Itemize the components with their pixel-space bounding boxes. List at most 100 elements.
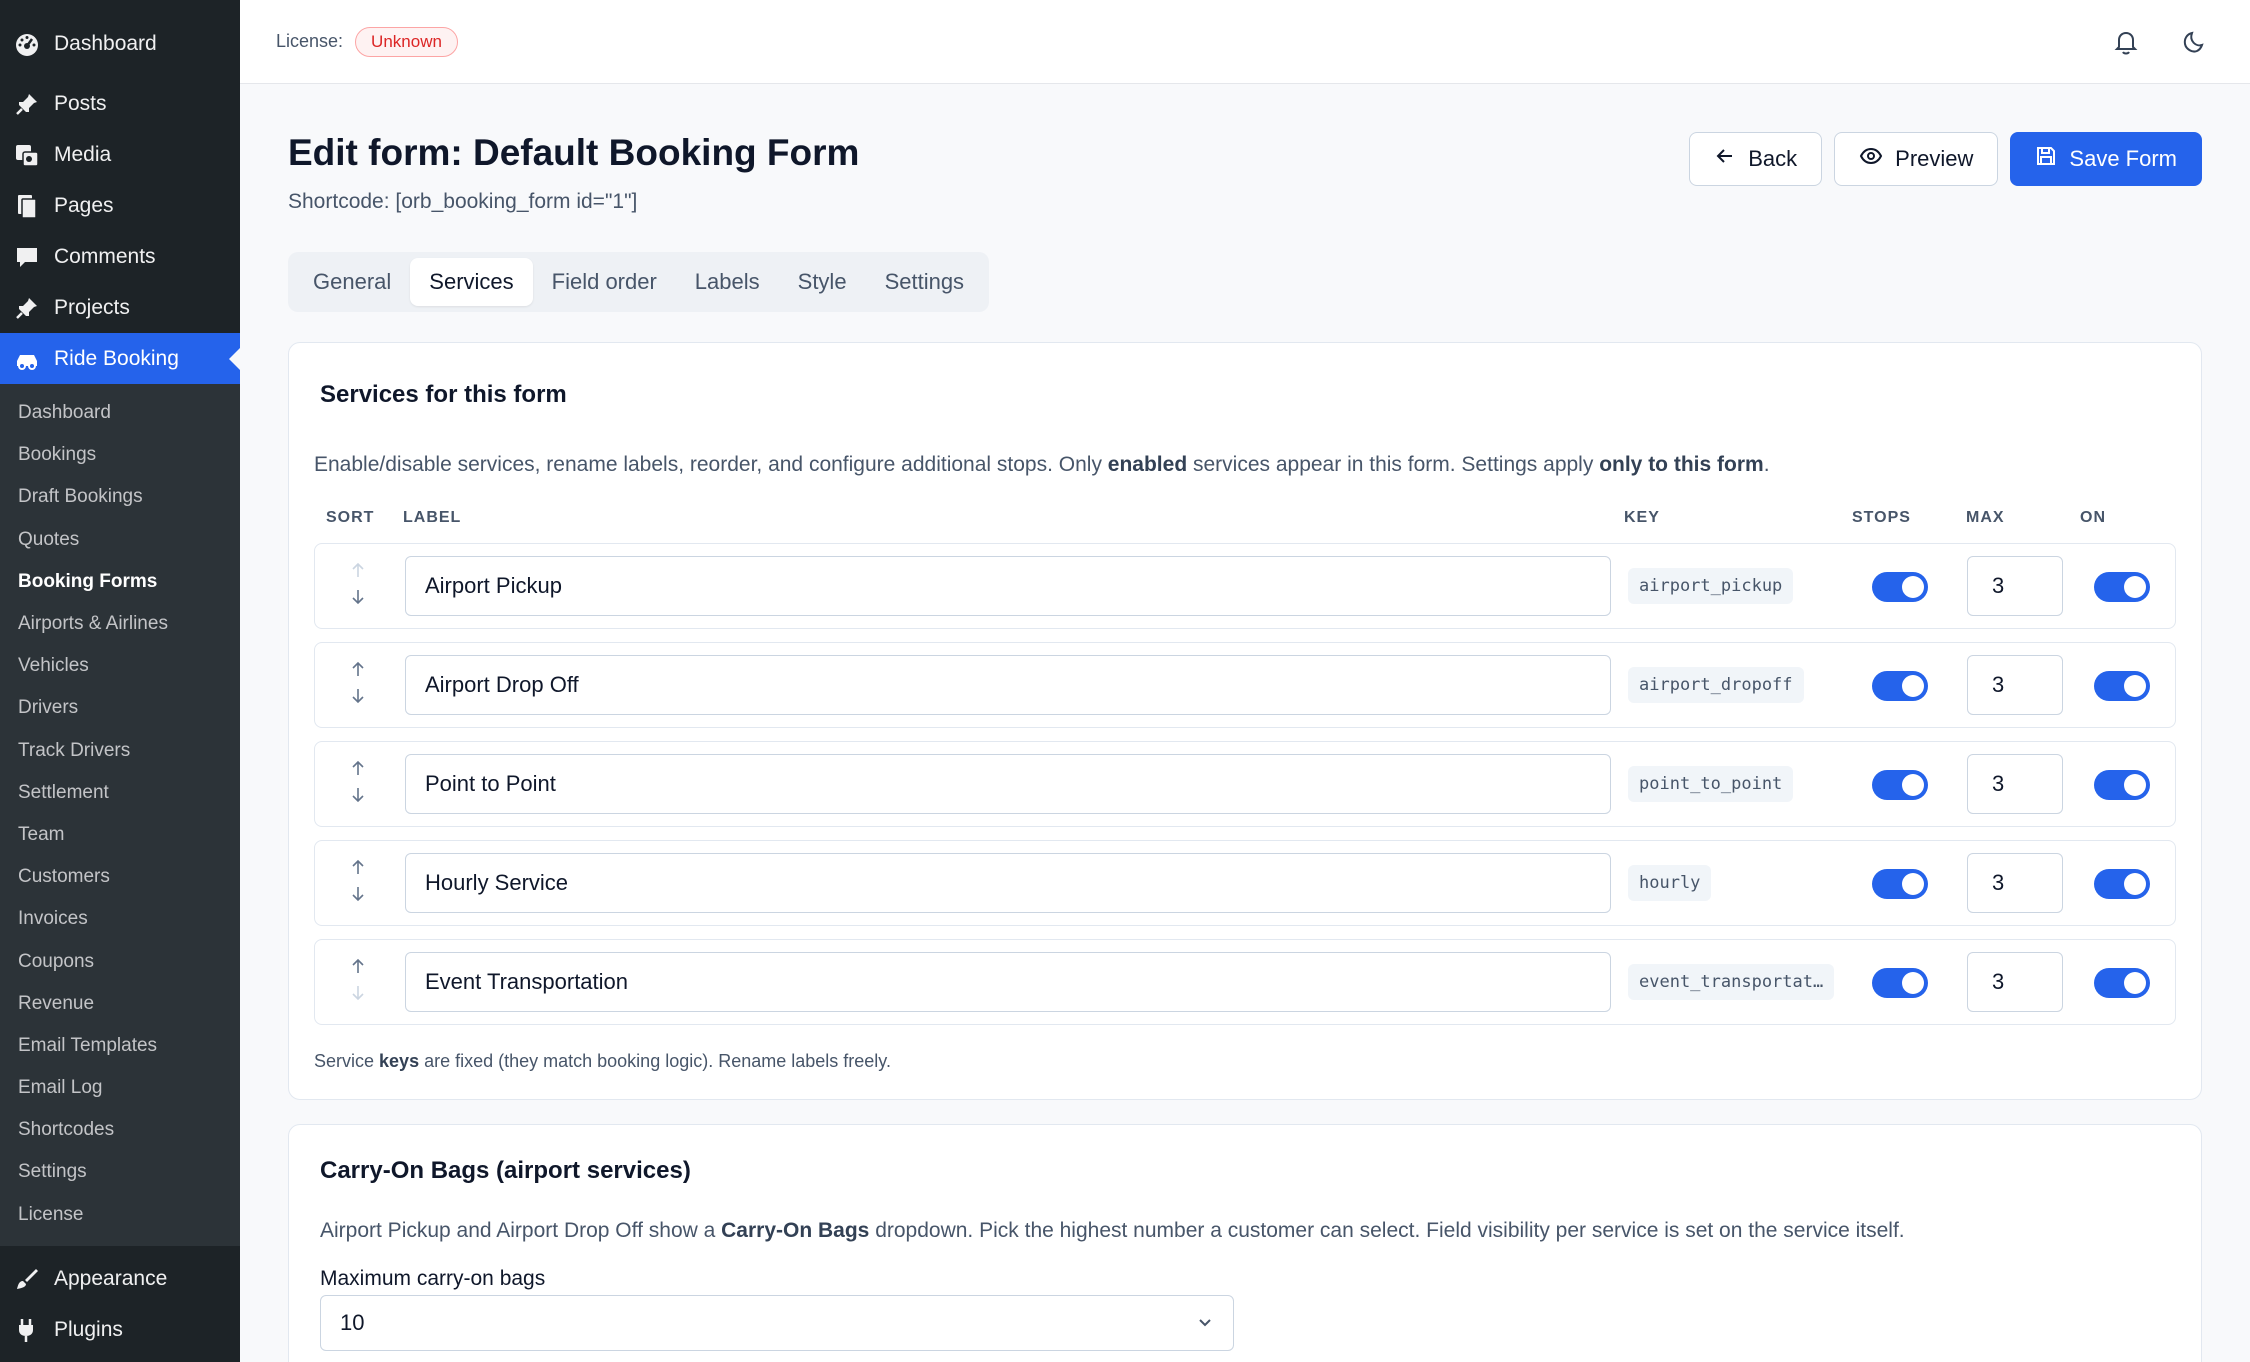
submenu-item-settlement[interactable]: Settlement: [0, 772, 240, 814]
sidebar-item-media[interactable]: Media: [0, 129, 240, 180]
submenu-item-quotes[interactable]: Quotes: [0, 519, 240, 561]
submenu-item-revenue[interactable]: Revenue: [0, 983, 240, 1025]
submenu-item-team[interactable]: Team: [0, 814, 240, 856]
pages-icon: [14, 193, 40, 219]
submenu-item-invoices[interactable]: Invoices: [0, 898, 240, 940]
move-down-icon[interactable]: [351, 886, 365, 907]
arrow-left-icon: [1714, 145, 1736, 173]
submenu-item-vehicles[interactable]: Vehicles: [0, 645, 240, 687]
sidebar-item-appearance[interactable]: Appearance: [0, 1254, 240, 1305]
submenu-item-airports-airlines[interactable]: Airports & Airlines: [0, 603, 240, 645]
submenu-item-customers[interactable]: Customers: [0, 856, 240, 898]
tab-labels[interactable]: Labels: [676, 258, 779, 306]
max-stops-input[interactable]: 3: [1967, 952, 2063, 1012]
carry-on-bags-card: Carry-On Bags (airport services) Airport…: [288, 1124, 2202, 1362]
service-row: Hourly Service hourly 3: [314, 840, 2176, 926]
tab-style[interactable]: Style: [779, 258, 866, 306]
column-header-stops: STOPS: [1852, 509, 1911, 526]
form-tabs: General Services Field order Labels Style Set…: [288, 252, 990, 312]
sort-controls: [347, 562, 369, 610]
move-down-icon[interactable]: [351, 589, 365, 610]
submenu-item-email-log[interactable]: Email Log: [0, 1067, 240, 1109]
max-stops-input[interactable]: 3: [1967, 853, 2063, 913]
stops-toggle[interactable]: [1872, 770, 1928, 800]
max-stops-input[interactable]: 3: [1967, 655, 2063, 715]
move-up-icon[interactable]: [351, 859, 365, 880]
sidebar-item-label: Dashboard: [54, 31, 157, 55]
sidebar-item-label: Comments: [54, 244, 156, 268]
stops-toggle[interactable]: [1872, 671, 1928, 701]
stops-toggle[interactable]: [1872, 968, 1928, 998]
pin-icon: [14, 295, 40, 321]
submenu-item-drivers[interactable]: Drivers: [0, 687, 240, 729]
admin-sidebar: Dashboard Posts Media Pages Comments Pro…: [0, 0, 240, 1362]
bell-icon[interactable]: [2108, 24, 2144, 60]
max-carry-on-value: 10: [340, 1310, 365, 1335]
submenu-item-shortcodes[interactable]: Shortcodes: [0, 1109, 240, 1151]
submenu-item-dashboard[interactable]: Dashboard: [0, 392, 240, 434]
move-up-icon[interactable]: [351, 958, 365, 979]
tab-services[interactable]: Services: [410, 258, 533, 306]
service-enabled-toggle[interactable]: [2094, 671, 2150, 701]
sidebar-item-projects[interactable]: Projects: [0, 282, 240, 333]
submenu-item-booking-forms[interactable]: Booking Forms: [0, 561, 240, 603]
max-stops-input[interactable]: 3: [1967, 556, 2063, 616]
service-label-input[interactable]: Event Transportation: [405, 952, 1611, 1012]
max-carry-on-select[interactable]: 10: [320, 1295, 1234, 1351]
sidebar-item-dashboard[interactable]: Dashboard: [0, 18, 240, 69]
service-enabled-toggle[interactable]: [2094, 572, 2150, 602]
submenu-item-track-drivers[interactable]: Track Drivers: [0, 730, 240, 772]
move-down-icon[interactable]: [351, 688, 365, 709]
service-label-input[interactable]: Airport Drop Off: [405, 655, 1611, 715]
max-stops-input[interactable]: 3: [1967, 754, 2063, 814]
submenu-item-settings[interactable]: Settings: [0, 1151, 240, 1193]
move-up-icon[interactable]: [351, 661, 365, 682]
sidebar-item-label: Appearance: [54, 1267, 168, 1291]
services-footnote: Service keys are fixed (they match booki…: [314, 1051, 891, 1071]
back-button-label: Back: [1748, 146, 1798, 171]
move-down-icon[interactable]: [351, 985, 365, 1006]
service-enabled-toggle[interactable]: [2094, 968, 2150, 998]
service-label-input[interactable]: Point to Point: [405, 754, 1611, 814]
back-button[interactable]: Back: [1689, 132, 1823, 186]
column-header-label: LABEL: [403, 509, 462, 526]
car-icon: [14, 346, 40, 372]
move-up-icon[interactable]: [351, 760, 365, 781]
submenu-item-draft-bookings[interactable]: Draft Bookings: [0, 476, 240, 518]
service-enabled-toggle[interactable]: [2094, 869, 2150, 899]
service-row: Point to Point point_to_point 3: [314, 741, 2176, 827]
shortcode-text: Shortcode: [orb_booking_form id="1"]: [288, 190, 638, 213]
sidebar-item-plugins[interactable]: Plugins: [0, 1305, 240, 1356]
media-icon: [14, 142, 40, 168]
submenu-item-coupons[interactable]: Coupons: [0, 940, 240, 982]
moon-icon[interactable]: [2176, 24, 2212, 60]
comment-icon: [14, 244, 40, 270]
move-down-icon[interactable]: [351, 787, 365, 808]
save-form-button[interactable]: Save Form: [2010, 132, 2202, 186]
tab-settings[interactable]: Settings: [866, 258, 984, 306]
stops-toggle[interactable]: [1872, 572, 1928, 602]
sidebar-item-pages[interactable]: Pages: [0, 180, 240, 231]
tab-field-order[interactable]: Field order: [533, 258, 676, 306]
service-row: Airport Drop Off airport_dropoff 3: [314, 642, 2176, 728]
tab-general[interactable]: General: [294, 258, 410, 306]
sidebar-item-ride-booking[interactable]: Ride Booking: [0, 333, 240, 384]
max-carry-on-label: Maximum carry-on bags: [320, 1267, 546, 1290]
submenu-item-bookings[interactable]: Bookings: [0, 434, 240, 476]
service-label-input[interactable]: Hourly Service: [405, 853, 1611, 913]
service-label-input[interactable]: Airport Pickup: [405, 556, 1611, 616]
stops-toggle[interactable]: [1872, 869, 1928, 899]
submenu-item-email-templates[interactable]: Email Templates: [0, 1025, 240, 1067]
column-header-key: KEY: [1624, 509, 1660, 526]
top-bar: License: Unknown: [240, 0, 2250, 84]
chevron-down-icon: [1195, 1312, 1215, 1338]
sidebar-item-comments[interactable]: Comments: [0, 231, 240, 282]
service-key: airport_pickup: [1628, 568, 1794, 604]
service-key: event_transportat…: [1628, 964, 1835, 1000]
move-up-icon[interactable]: [351, 562, 365, 583]
preview-button[interactable]: Preview: [1834, 132, 1999, 186]
service-enabled-toggle[interactable]: [2094, 770, 2150, 800]
carry-on-card-title: Carry-On Bags (airport services): [320, 1157, 691, 1184]
sidebar-item-posts[interactable]: Posts: [0, 78, 240, 129]
submenu-item-license[interactable]: License: [0, 1194, 240, 1236]
